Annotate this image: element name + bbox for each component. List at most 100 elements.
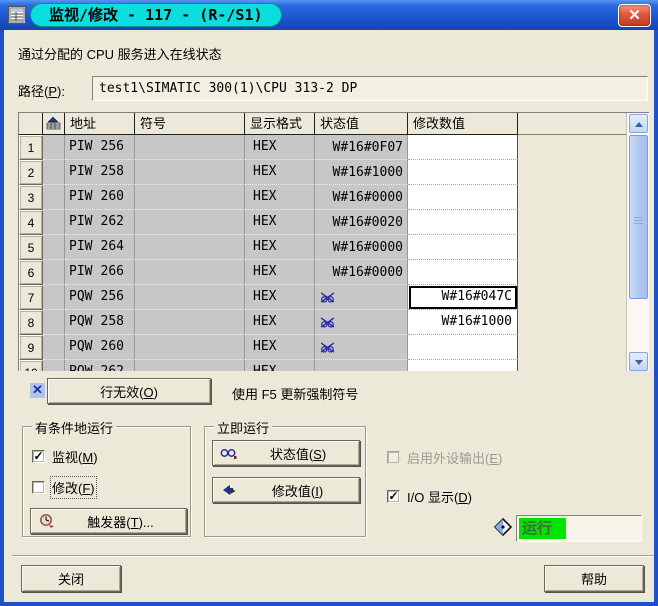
table-row: 9 PQW260 HEX [19,335,627,360]
format-cell[interactable]: HEX [245,310,315,335]
variable-table-icon [8,6,26,24]
close-button[interactable]: 关闭 [21,565,121,592]
row-number[interactable]: 1 [19,135,43,160]
status-values-button[interactable]: 状态值(S) [212,440,360,466]
symbol-cell[interactable] [135,185,245,210]
row-filler [518,310,627,335]
modify-cell[interactable] [408,210,518,235]
modify-checkbox[interactable] [32,481,45,494]
row-number[interactable]: 2 [19,160,43,185]
modify-cell[interactable] [408,260,518,285]
monitor-modify-dialog: 监视/修改 - 117 - (R-/S1) ✕ 通过分配的 CPU 服务进入在线… [0,0,658,606]
address-cell[interactable]: PIW264 [65,235,135,260]
header-address[interactable]: 地址 [65,113,135,135]
symbol-cell[interactable] [135,160,245,185]
row-invalid-button[interactable]: 行无效(O) [47,378,211,404]
modify-cell[interactable]: W#16#047C [408,285,518,310]
format-cell[interactable]: HEX [245,160,315,185]
io-display-checkbox[interactable] [387,490,400,503]
table-row: 2 PIW258 HEX W#16#1000 [19,160,627,185]
row-number[interactable]: 9 [19,335,43,360]
scroll-up-icon[interactable] [629,114,648,133]
address-cell[interactable]: PQW256 [65,285,135,310]
format-cell[interactable]: HEX [245,285,315,310]
io-display-row[interactable]: I/O 显示(D) [387,487,472,506]
group-immediate-label: 立即运行 [214,418,272,437]
status-cell [315,285,408,310]
status-cell [315,335,408,360]
address-cell[interactable]: PQW262 [65,360,135,371]
scrollbar-thumb[interactable] [629,135,648,299]
row-filler [518,235,627,260]
symbol-cell[interactable] [135,210,245,235]
modify-cell[interactable] [408,185,518,210]
header-status[interactable]: 状态值 [315,113,408,135]
modify-cell[interactable] [408,360,518,371]
address-cell[interactable]: PIW262 [65,210,135,235]
format-cell[interactable]: HEX [245,335,315,360]
address-cell[interactable]: PQW258 [65,310,135,335]
status-cell: W#16#0020 [315,210,408,235]
help-button[interactable]: 帮助 [544,565,644,592]
symbol-cell[interactable] [135,285,245,310]
address-column-icon[interactable] [43,113,65,135]
row-number[interactable]: 10 [19,360,43,371]
address-cell[interactable]: PIW256 [65,135,135,160]
symbol-cell[interactable] [135,360,245,371]
header-symbol[interactable]: 符号 [135,113,245,135]
modify-cell[interactable]: W#16#1000 [408,310,518,335]
monitor-glasses-icon [220,447,237,460]
vertical-scrollbar[interactable] [626,113,649,371]
symbol-cell[interactable] [135,310,245,335]
monitor-checkbox[interactable] [32,450,45,463]
table-row: 5 PIW264 HEX W#16#0000 [19,235,627,260]
format-cell[interactable]: HEX [245,135,315,160]
trigger-button[interactable]: 触发器(T)... [30,508,187,534]
format-cell[interactable]: HEX [245,260,315,285]
path-field[interactable]: test1\SIMATIC 300(1)\CPU 313-2 DP [92,76,648,101]
header-rownum[interactable] [19,113,43,135]
enable-peripheral-output-label: 启用外设输出(E) [407,448,502,467]
format-cell[interactable]: HEX [245,210,315,235]
row-number[interactable]: 7 [19,285,43,310]
modify-cell[interactable] [408,335,518,360]
monitor-crossed-icon [320,292,335,303]
address-cell[interactable]: PQW260 [65,335,135,360]
row-marker-cell [43,360,65,371]
monitor-crossed-icon [320,342,335,353]
row-number[interactable]: 5 [19,235,43,260]
modify-values-button[interactable]: 修改值(I) [212,477,360,503]
close-icon[interactable]: ✕ [618,4,651,27]
row-marker-cell [43,210,65,235]
scroll-down-icon[interactable] [629,352,648,371]
header-filler [518,113,627,135]
format-cell[interactable]: HEX [245,185,315,210]
symbol-cell[interactable] [135,260,245,285]
modify-checkbox-row[interactable]: 修改(F) [32,478,95,497]
symbol-cell[interactable] [135,335,245,360]
monitor-label: 监视(M) [52,447,98,466]
title-bar[interactable]: 监视/修改 - 117 - (R-/S1) ✕ [0,0,658,30]
modify-cell[interactable] [408,135,518,160]
format-cell[interactable]: HEX [245,360,315,371]
modify-cell[interactable] [408,235,518,260]
table-row: 8 PQW258 HEX W#16#1000 [19,310,627,335]
row-number[interactable]: 4 [19,210,43,235]
status-cell [315,360,408,371]
symbol-cell[interactable] [135,235,245,260]
format-cell[interactable]: HEX [245,235,315,260]
row-number[interactable]: 8 [19,310,43,335]
modify-cell[interactable] [408,160,518,185]
status-cell: W#16#0F07 [315,135,408,160]
address-cell[interactable]: PIW258 [65,160,135,185]
header-modify[interactable]: 修改数值 [408,113,518,135]
symbol-cell[interactable] [135,135,245,160]
address-cell[interactable]: PIW260 [65,185,135,210]
header-format[interactable]: 显示格式 [245,113,315,135]
path-label: 路径(P): [18,81,65,100]
row-number[interactable]: 3 [19,185,43,210]
trigger-label: 触发器(T)... [55,512,186,531]
row-number[interactable]: 6 [19,260,43,285]
monitor-checkbox-row[interactable]: 监视(M) [32,447,98,466]
address-cell[interactable]: PIW266 [65,260,135,285]
